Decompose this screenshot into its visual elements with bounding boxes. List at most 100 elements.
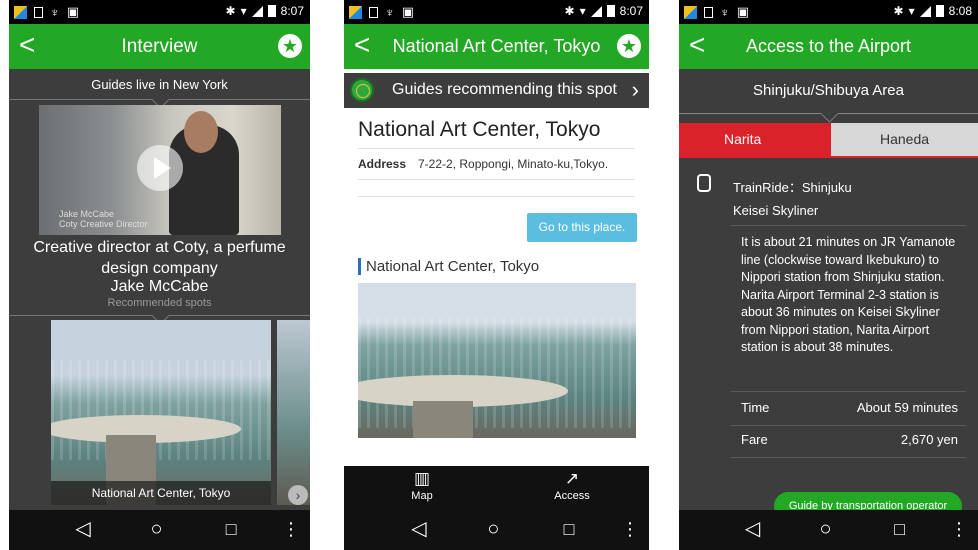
star-icon[interactable]: ★ <box>278 34 302 58</box>
bluetooth-icon: ✱ <box>225 4 236 18</box>
nav-recent-icon[interactable]: □ <box>894 519 905 539</box>
route-description: It is about 21 minutes on JR Yamanote li… <box>741 235 956 354</box>
wifi-icon: ▾ <box>908 4 915 18</box>
page-title: Interview <box>121 36 198 57</box>
signal-icon <box>919 5 931 17</box>
battery-icon <box>267 5 276 17</box>
screen-airport-access: ♆ ▣ ✱ ▾ 8:08 < Access to the Airport Shinju… <box>679 0 978 550</box>
address-value: 7-22-2, Roppongi, Minato-ku,Tokyo. <box>418 157 609 171</box>
interview-video[interactable]: Jake McCabe Coty Creative Director <box>39 105 281 235</box>
tab-map[interactable]: ▥ Map <box>392 468 452 502</box>
wifi-icon: ▾ <box>579 4 586 18</box>
image-icon: ▣ <box>736 4 750 19</box>
tab-haneda[interactable]: Haneda <box>831 123 978 156</box>
back-chevron-icon[interactable]: < <box>689 31 705 59</box>
android-nav-bar: ◁ ○ □ ⋮ <box>344 510 649 550</box>
tab-narita[interactable]: Narita <box>679 123 831 156</box>
nav-back-icon[interactable]: ◁ <box>411 519 426 539</box>
divider <box>731 225 966 226</box>
train-ride: TrainRide：Shinjuku <box>733 180 852 195</box>
guide-name: Jake McCabe <box>110 278 209 295</box>
download-icon <box>34 6 43 18</box>
nav-home-icon[interactable]: ○ <box>150 519 162 539</box>
screen-interview: ♆ ▣ ✱ ▾ 8:07 < Interview ★ Guides live in N… <box>9 0 310 550</box>
fare-label: Fare <box>741 432 768 447</box>
image-icon: ▣ <box>66 4 80 19</box>
section-title: National Art Center, Tokyo <box>358 258 539 275</box>
clock: 8:08 <box>948 4 972 18</box>
next-arrow-icon[interactable]: › <box>288 485 308 505</box>
video-caption: Jake McCabe Coty Creative Director <box>59 209 148 229</box>
fare-value: 2,670 yen <box>900 432 958 447</box>
address-label: Address <box>358 157 407 171</box>
page-title: Access to the Airport <box>745 36 912 56</box>
signal-icon <box>251 5 263 17</box>
back-chevron-icon[interactable]: < <box>19 31 35 59</box>
battery-icon <box>935 5 944 17</box>
android-icon: ♆ <box>720 4 730 20</box>
app-notification-icon <box>14 5 27 19</box>
back-chevron-icon[interactable]: < <box>354 31 370 59</box>
spot-card-next[interactable] <box>277 320 310 505</box>
guide-description: Creative director at Coty, a perfume des… <box>33 239 286 277</box>
signal-icon <box>590 5 602 17</box>
globe-icon <box>350 78 374 102</box>
clock: 8:07 <box>619 4 643 18</box>
nav-recent-icon[interactable]: □ <box>564 519 575 539</box>
page-title: National Art Center, Tokyo <box>392 36 601 56</box>
nav-back-icon[interactable]: ◁ <box>75 519 90 539</box>
tab-underline <box>679 156 978 158</box>
divider <box>358 148 635 149</box>
android-nav-bar: ◁ ○ □ ⋮ <box>679 510 978 550</box>
route-arrow-icon: ↗ <box>564 469 580 488</box>
app-notification-icon <box>349 5 362 19</box>
tab-access[interactable]: ↗ Access <box>542 468 602 502</box>
train-icon <box>697 174 711 192</box>
clock: 8:07 <box>280 4 304 18</box>
line-name: Keisei Skyliner <box>733 203 819 218</box>
guide-photo-head <box>184 111 218 153</box>
building-facade <box>358 318 636 428</box>
divider <box>358 179 635 180</box>
nav-recent-icon[interactable]: □ <box>226 519 237 539</box>
divider <box>358 196 635 197</box>
recommend-bar-label: Guides recommending this spot <box>392 81 617 98</box>
divider <box>731 425 966 426</box>
android-nav-bar: ◁ ○ □ ⋮ <box>9 510 310 550</box>
nav-menu-icon[interactable]: ⋮ <box>621 519 639 539</box>
status-bar: ♆ ▣ ✱ ▾ 8:07 <box>344 0 649 24</box>
status-bar: ♆ ▣ ✱ ▾ 8:08 <box>679 0 978 24</box>
bluetooth-icon: ✱ <box>893 4 904 18</box>
star-icon[interactable]: ★ <box>617 34 641 58</box>
guides-recommending-bar[interactable]: Guides recommending this spot › <box>344 73 649 108</box>
divider <box>731 457 966 458</box>
go-to-place-button[interactable]: Go to this place. <box>527 213 637 242</box>
wifi-icon: ▾ <box>240 4 247 18</box>
time-label: Time <box>741 400 770 415</box>
building-facade <box>51 360 271 460</box>
nav-home-icon[interactable]: ○ <box>487 519 499 539</box>
app-header: < Access to the Airport <box>679 24 978 69</box>
map-icon: ▥ <box>413 469 431 488</box>
app-notification-icon <box>684 5 697 19</box>
battery-icon <box>606 5 615 17</box>
status-bar: ♆ ▣ ✱ ▾ 8:07 <box>9 0 310 24</box>
bottom-tab-bar: ▥ Map ↗ Access <box>344 466 649 510</box>
nav-back-icon[interactable]: ◁ <box>745 519 760 539</box>
play-icon[interactable] <box>137 145 183 191</box>
nav-menu-icon[interactable]: ⋮ <box>282 519 300 539</box>
download-icon <box>369 6 378 18</box>
nav-home-icon[interactable]: ○ <box>820 519 832 539</box>
bluetooth-icon: ✱ <box>564 4 575 18</box>
spot-card-national-art-center[interactable]: National Art Center, Tokyo <box>51 320 271 505</box>
app-header: < National Art Center, Tokyo ★ <box>344 24 649 69</box>
download-icon <box>704 6 713 18</box>
divider <box>731 391 966 392</box>
spot-label: National Art Center, Tokyo <box>51 481 271 505</box>
screen-spot-detail: ♆ ▣ ✱ ▾ 8:07 < National Art Center, Tokyo ★… <box>344 0 649 550</box>
chevron-right-icon: › <box>631 77 639 102</box>
building-pillar <box>413 401 473 438</box>
app-header: < Interview ★ <box>9 24 310 69</box>
time-value: About 59 minutes <box>856 400 958 415</box>
nav-menu-icon[interactable]: ⋮ <box>950 519 968 539</box>
